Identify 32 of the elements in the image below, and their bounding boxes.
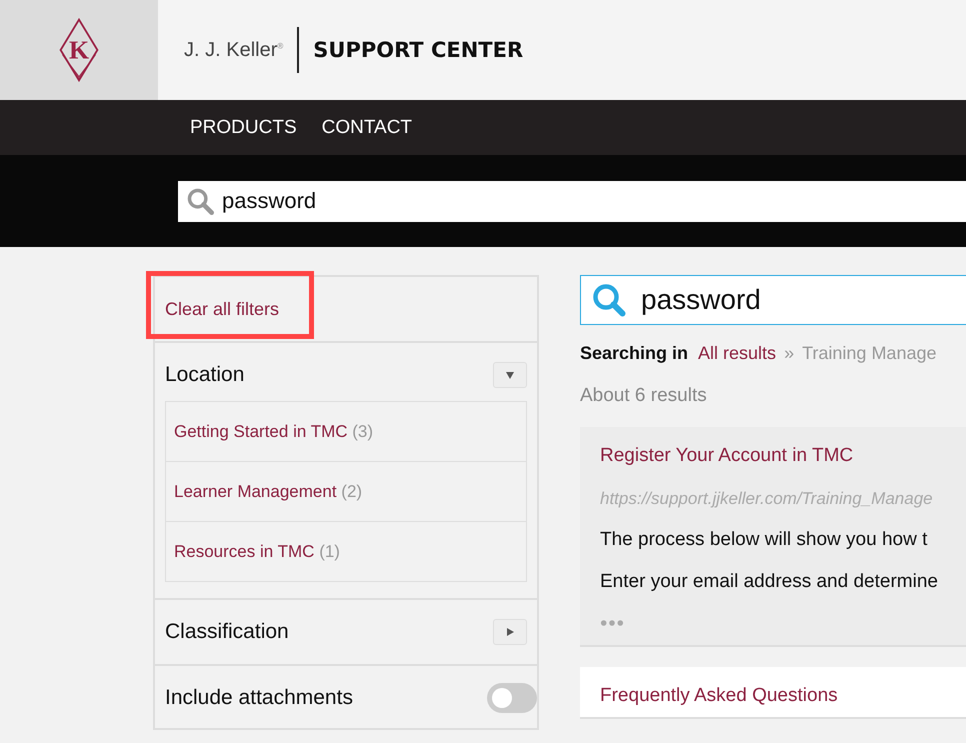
site-title: SUPPORT CENTER [313,38,524,62]
expand-button[interactable] [493,362,527,388]
facet-option[interactable]: Getting Started in TMC (3) [166,402,526,462]
breadcrumb-current: Training Manage [802,343,936,364]
toggle-switch[interactable] [487,683,537,713]
result-card[interactable]: Register Your Account in TMC https://support.jjkeller.com/Training_Manage The process below will show you how t Enter your email address and determine [580,427,966,647]
facet-title: Location [165,363,244,387]
result-count: About 6 results [580,385,708,407]
result-url: https://support.jjkeller.com/Training_Manage [600,489,934,509]
result-title-link[interactable]: Register Your Account in TMC [600,445,854,466]
search-icon [186,187,214,215]
facet-option[interactable]: Learner Management (2) [166,462,526,522]
search-icon [591,282,627,318]
nav-link[interactable]: PRODUCTS [190,116,297,138]
search-field[interactable]: password [580,275,966,325]
facet-option[interactable]: Resources in TMC (1) [166,522,526,581]
result-card[interactable]: Frequently Asked Questions [580,667,966,719]
facet-title: Classification [165,620,289,644]
scope-label: Searching in [580,343,688,364]
nav-link[interactable]: CONTACT [322,116,412,138]
breadcrumb-separator: » [784,343,794,364]
expand-button[interactable] [493,619,527,645]
result-title-link[interactable]: Frequently Asked Questions [600,685,838,706]
right-triangle-icon [505,627,515,637]
result-snippet: The process below will show you how t [600,529,928,551]
down-triangle-icon [505,370,515,380]
brand-name: J. J. Keller$^{®}$ [184,38,284,62]
clear-filters-link[interactable]: Clear all filters [165,298,280,320]
result-snippet: Enter your email address and determine [600,571,939,593]
search-field[interactable]: password [178,180,966,222]
toggle-label: Include attachments [165,686,353,710]
breadcrumb-link[interactable]: All results [698,343,776,364]
